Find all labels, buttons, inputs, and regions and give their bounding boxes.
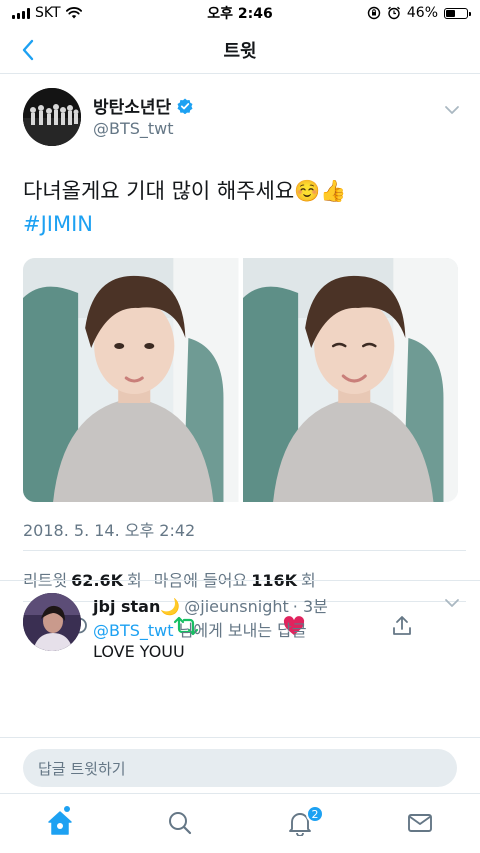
page-title: 트윗 [223, 40, 257, 62]
carrier-label: SKT [35, 5, 61, 21]
tweet-photos [23, 258, 458, 502]
search-icon[interactable] [167, 810, 193, 836]
reply-input[interactable]: 답글 트윗하기 [23, 749, 457, 787]
divider [23, 550, 466, 551]
author-name-text[interactable]: 방탄소년단 [93, 93, 171, 118]
wifi-icon [65, 7, 82, 19]
author-handle[interactable]: @BTS_twt [93, 119, 174, 138]
chevron-down-icon[interactable] [444, 102, 460, 118]
alarm-icon [387, 6, 400, 20]
reply-text: LOVE YOUU [93, 642, 185, 661]
tweet-timestamp: 2018. 5. 14. 오후 2:42 [23, 521, 196, 540]
reply-author-name[interactable]: jbj stan🌙 [93, 597, 180, 616]
tab-search[interactable] [165, 808, 195, 838]
notifications-badge: 2 [306, 805, 324, 823]
tweet-photo[interactable] [242, 258, 458, 502]
tab-home[interactable] [45, 808, 75, 838]
reply-tweet[interactable]: jbj stan🌙 @jieunsnight · 3분 @BTS_twt 님에게… [0, 580, 480, 666]
messages-icon[interactable] [407, 810, 433, 836]
tab-messages[interactable] [405, 808, 435, 838]
reply-time: · 3분 [292, 597, 328, 616]
signal-icon [12, 7, 30, 19]
status-time: 오후 2:46 [207, 6, 273, 22]
battery-icon [444, 7, 471, 19]
chevron-down-icon[interactable] [444, 595, 460, 611]
author-name[interactable]: 방탄소년단 [93, 93, 193, 118]
reply-header: jbj stan🌙 @jieunsnight · 3분 [93, 593, 328, 617]
reply-author-handle[interactable]: @jieunsnight [184, 597, 289, 616]
reply-context-text: 님에게 보내는 답글 [178, 621, 307, 640]
battery-percent: 46% [406, 5, 438, 21]
back-button[interactable] [14, 36, 42, 64]
tweet-photo[interactable] [23, 258, 239, 502]
reply-mention-link[interactable]: @BTS_twt [93, 621, 174, 640]
home-icon[interactable] [46, 809, 74, 837]
reply-composer: 답글 트윗하기 [0, 737, 480, 793]
author-avatar[interactable] [23, 88, 81, 146]
back-chevron-icon[interactable] [21, 39, 35, 61]
reply-avatar[interactable] [23, 593, 81, 651]
verified-badge-icon [177, 98, 193, 114]
hashtag-link[interactable]: #JIMIN [23, 212, 93, 236]
tab-bar: 2 [0, 793, 480, 853]
lock-rotation-icon [367, 6, 381, 20]
tweet-text: 다녀올게요 기대 많이 해주세요☺️👍 [23, 179, 347, 203]
status-bar: SKT 오후 2:46 46% [0, 0, 480, 26]
nav-bar: 트윗 [0, 26, 480, 74]
reply-context: @BTS_twt 님에게 보내는 답글 [93, 617, 307, 641]
